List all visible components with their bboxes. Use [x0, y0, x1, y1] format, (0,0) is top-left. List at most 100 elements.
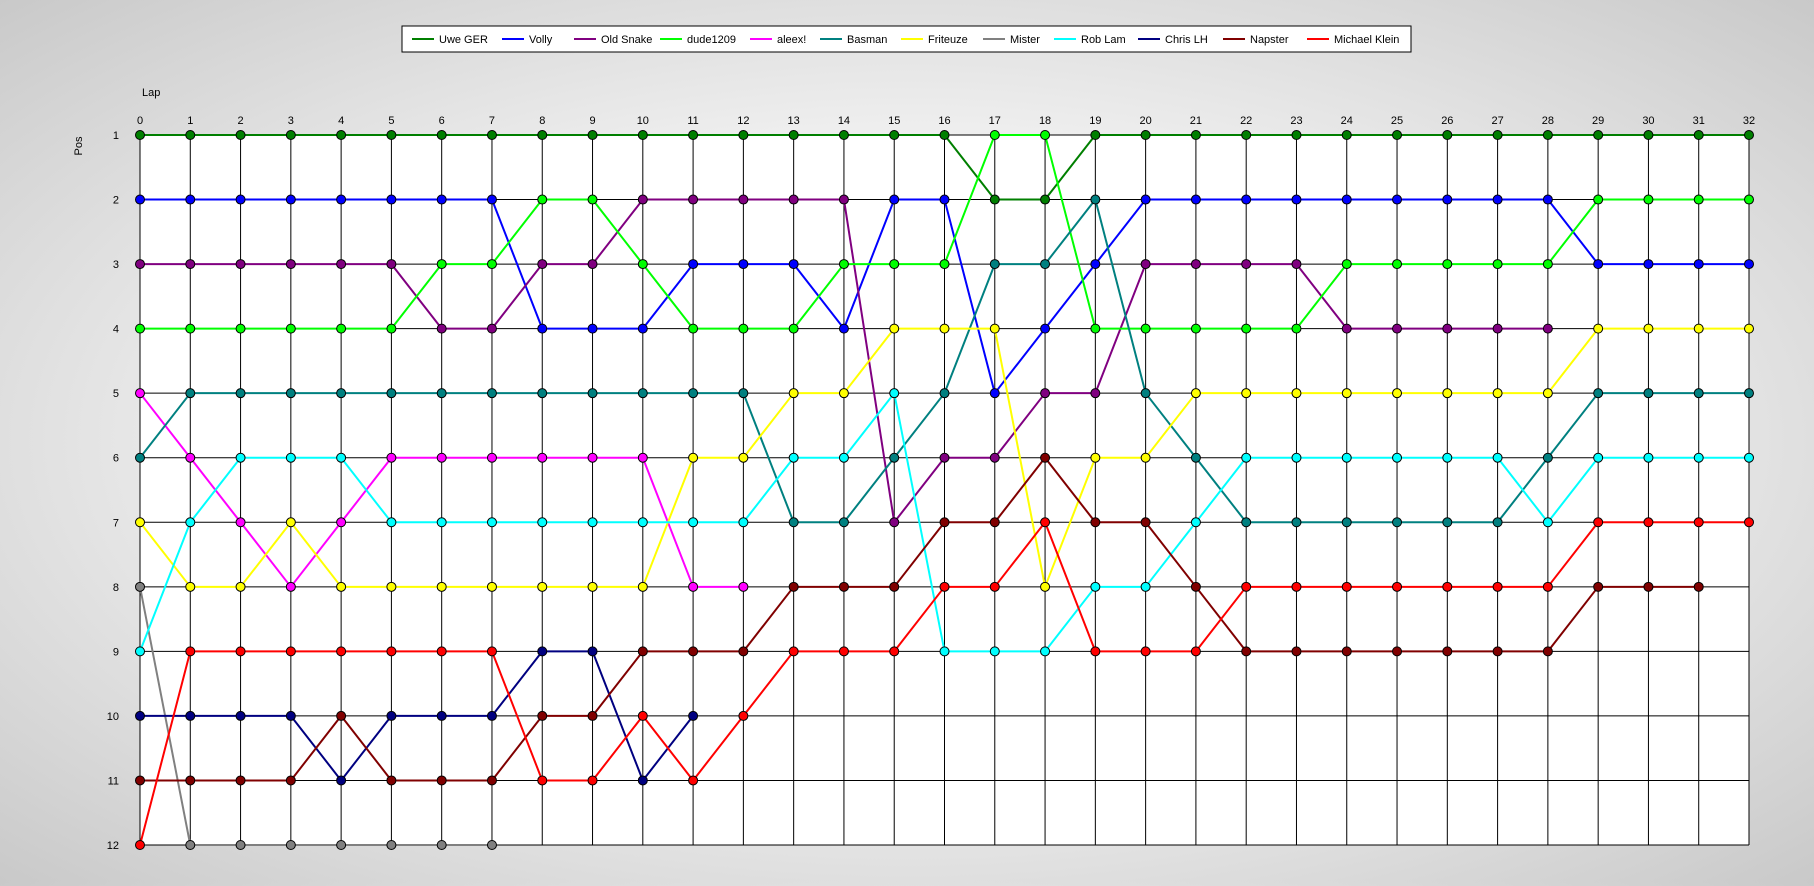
data-point-volly [1241, 194, 1252, 205]
data-point-chris-lh [135, 710, 145, 721]
data-point-michael-klein [688, 775, 699, 786]
data-point-old-snake [436, 323, 447, 334]
data-point-volly [135, 194, 145, 205]
data-point-friteuze [788, 388, 799, 399]
data-point-rob-lam [537, 517, 548, 528]
data-point-old-snake [486, 323, 497, 334]
data-point-dude1209 [738, 323, 749, 334]
data-point-michael-klein [889, 646, 900, 657]
data-point-dude1209 [1542, 259, 1553, 270]
data-point-napster [185, 775, 196, 786]
y-tick-label: 1 [113, 130, 119, 142]
data-point-basman [1291, 517, 1302, 528]
data-point-old-snake [1442, 323, 1453, 334]
data-point-old-snake [1241, 259, 1252, 270]
data-point-dude1209 [1693, 194, 1704, 205]
data-point-old-snake [1090, 388, 1101, 399]
data-point-dude1209 [1241, 323, 1252, 334]
data-point-dude1209 [486, 259, 497, 270]
data-point-napster [838, 581, 849, 592]
data-point-uwe-ger [788, 130, 799, 140]
data-point-chris-lh [688, 710, 699, 721]
data-point-chris-lh [436, 710, 447, 721]
y-tick-label: 2 [113, 195, 119, 207]
data-point-uwe-ger [336, 130, 347, 140]
data-point-dude1209 [185, 323, 196, 334]
data-point-napster [738, 646, 749, 657]
data-point-old-snake [1190, 259, 1201, 270]
data-point-aleex [738, 581, 749, 592]
data-point-old-snake [587, 259, 598, 270]
x-tick-label: 29 [1592, 115, 1604, 127]
data-point-michael-klein [386, 646, 397, 657]
data-point-friteuze [1090, 452, 1101, 463]
x-tick-label: 21 [1190, 115, 1202, 127]
data-point-basman [285, 388, 296, 399]
data-point-dude1209 [1744, 194, 1754, 205]
x-tick-label: 25 [1391, 115, 1403, 127]
x-tick-label: 20 [1140, 115, 1152, 127]
data-point-friteuze [1442, 388, 1453, 399]
data-point-rob-lam [285, 452, 296, 463]
data-point-rob-lam [1542, 517, 1553, 528]
data-point-old-snake [1140, 259, 1151, 270]
data-point-volly [386, 194, 397, 205]
data-point-michael-klein [1492, 581, 1503, 592]
data-point-uwe-ger [235, 130, 246, 140]
data-point-friteuze [889, 323, 900, 334]
legend-label-chris-lh: Chris LH [1165, 34, 1208, 46]
data-point-volly [537, 323, 548, 334]
data-point-napster [989, 517, 1000, 528]
data-point-rob-lam [1643, 452, 1654, 463]
data-point-napster [1542, 646, 1553, 657]
data-point-basman [1492, 517, 1503, 528]
data-point-volly [738, 259, 749, 270]
data-point-napster [336, 710, 347, 721]
data-point-old-snake [1542, 323, 1553, 334]
data-point-chris-lh [235, 710, 246, 721]
data-point-michael-klein [738, 710, 749, 721]
data-point-friteuze [336, 581, 347, 592]
x-tick-label: 2 [238, 115, 244, 127]
data-point-volly [1492, 194, 1503, 205]
data-point-michael-klein [1744, 517, 1754, 528]
x-tick-label: 32 [1743, 115, 1755, 127]
data-point-volly [486, 194, 497, 205]
data-point-volly [688, 259, 699, 270]
data-point-napster [688, 646, 699, 657]
data-point-volly [285, 194, 296, 205]
data-point-rob-lam [1341, 452, 1352, 463]
data-point-uwe-ger [587, 130, 598, 140]
data-point-volly [1542, 194, 1553, 205]
data-point-friteuze [989, 323, 1000, 334]
data-point-rob-lam [1090, 581, 1101, 592]
data-point-mister [436, 840, 447, 850]
data-point-napster [939, 517, 950, 528]
data-point-mister [185, 840, 196, 850]
data-point-napster [1693, 581, 1704, 592]
data-point-basman [336, 388, 347, 399]
data-point-uwe-ger [537, 130, 548, 140]
data-point-old-snake [1291, 259, 1302, 270]
legend-label-mister: Mister [1010, 34, 1040, 46]
legend-label-dude1209: dude1209 [687, 34, 736, 46]
x-tick-label: 8 [539, 115, 545, 127]
data-point-rob-lam [587, 517, 598, 528]
data-point-chris-lh [185, 710, 196, 721]
legend-label-old-snake: Old Snake [601, 34, 652, 46]
data-point-old-snake [889, 517, 900, 528]
data-point-uwe-ger [738, 130, 749, 140]
data-point-napster [1392, 646, 1403, 657]
data-point-friteuze [135, 517, 145, 528]
data-point-volly [1090, 259, 1101, 270]
data-point-dude1209 [1341, 259, 1352, 270]
data-point-old-snake [185, 259, 196, 270]
legend-label-aleex: aleex! [777, 34, 806, 46]
data-point-napster [587, 710, 598, 721]
x-tick-label: 27 [1491, 115, 1503, 127]
data-point-aleex [637, 452, 648, 463]
x-tick-label: 19 [1089, 115, 1101, 127]
data-point-napster [436, 775, 447, 786]
data-point-rob-lam [436, 517, 447, 528]
data-point-rob-lam [185, 517, 196, 528]
